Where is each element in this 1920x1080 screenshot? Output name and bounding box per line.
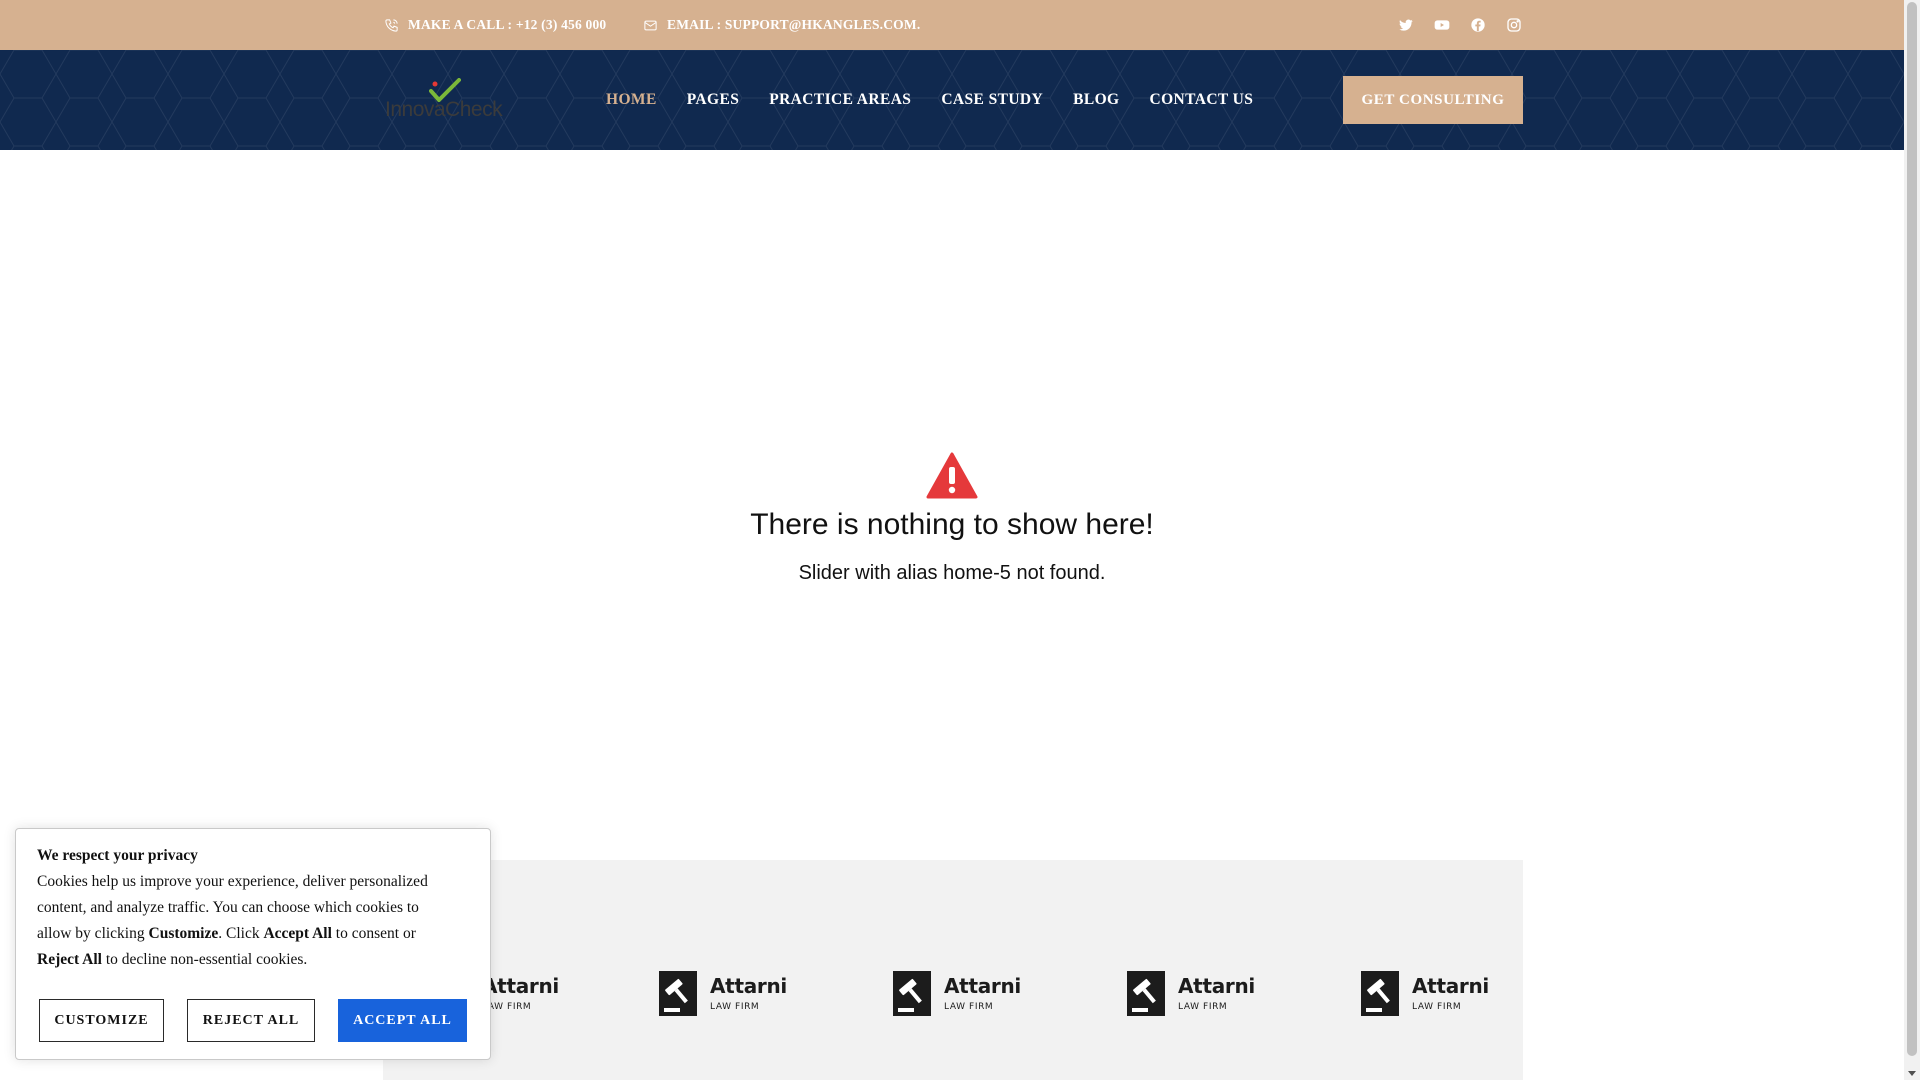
customize-button[interactable]: CUSTOMIZE (39, 999, 164, 1042)
top-info-bar: MAKE A CALL : +12 (3) 456 000 EMAIL : SU… (0, 0, 1904, 50)
main-header: InnovaCheck HOME PAGES PRACTICE AREAS CA… (0, 50, 1904, 150)
nav-blog[interactable]: BLOG (1073, 91, 1119, 109)
phone-text: MAKE A CALL : +12 (3) 456 000 (408, 17, 607, 32)
accept-all-button[interactable]: ACCEPT ALL (338, 999, 467, 1042)
brand-sub: LAW FIRM (1178, 1002, 1228, 1012)
nav-pages[interactable]: PAGES (687, 91, 740, 109)
brand-logo[interactable]: Attarni LAW FIRM (892, 970, 1021, 1017)
notice-title: There is nothing to show here! (750, 508, 1154, 541)
instagram-icon[interactable] (1506, 17, 1522, 33)
notice-message: Slider with alias home-5 not found. (798, 562, 1106, 584)
youtube-icon[interactable] (1434, 17, 1450, 33)
gavel-logo-icon (659, 971, 697, 1016)
gavel-logo-icon (1361, 971, 1399, 1016)
brand-sub: LAW FIRM (944, 1002, 994, 1012)
cookie-reject-word: Reject All (37, 951, 102, 968)
reject-all-button[interactable]: REJECT ALL (187, 999, 315, 1042)
phone-contact[interactable]: MAKE A CALL : +12 (3) 456 000 (384, 0, 606, 50)
cookie-text-part: . Click (218, 925, 264, 942)
brand-sub: LAW FIRM (1412, 1002, 1462, 1012)
brand-name: Attarni (710, 974, 787, 998)
brand-sub: LAW FIRM (710, 1002, 760, 1012)
cookie-accept-word: Accept All (263, 925, 332, 942)
brand-logo[interactable]: Attarni LAW FIRM (658, 970, 787, 1017)
brand-name: Attarni (1412, 974, 1489, 998)
warning-triangle-icon (926, 452, 978, 499)
cookie-customize-word: Customize (148, 925, 219, 942)
brand-logo[interactable]: Attarni LAW FIRM (1126, 970, 1255, 1017)
email-text: EMAIL : SUPPORT@HKANGLES.COM. (667, 17, 921, 32)
cookie-buttons: CUSTOMIZE REJECT ALL ACCEPT ALL (39, 999, 467, 1042)
page-scrollbar[interactable] (1904, 0, 1920, 1080)
phone-icon (385, 18, 398, 32)
nav-contact-us[interactable]: CONTACT US (1150, 91, 1254, 109)
brand-name: Attarni (482, 974, 559, 998)
cookie-text-part: to decline non-essential cookies. (101, 951, 308, 968)
nav-practice-areas[interactable]: PRACTICE AREAS (769, 91, 911, 109)
email-contact[interactable]: EMAIL : SUPPORT@HKANGLES.COM. (643, 0, 920, 50)
brand-logo[interactable]: Attarni LAW FIRM (1360, 970, 1489, 1017)
nav-home[interactable]: HOME (606, 91, 657, 109)
slider-error-notice: There is nothing to show here! Slider wi… (0, 452, 1904, 585)
logo-text: InnovaCheck (385, 98, 503, 121)
scrollbar-thumb[interactable] (1907, 2, 1917, 1056)
main-nav: HOME PAGES PRACTICE AREAS CASE STUDY BLO… (606, 50, 1283, 150)
cookie-consent-banner: We respect your privacy Cookies help us … (15, 828, 491, 1060)
site-logo[interactable]: InnovaCheck (385, 78, 510, 124)
cookie-text: Cookies help us improve your experience,… (37, 869, 457, 973)
facebook-icon[interactable] (1470, 17, 1486, 33)
brand-name: Attarni (1178, 974, 1255, 998)
gavel-logo-icon (1127, 971, 1165, 1016)
mail-icon (644, 20, 657, 30)
cookie-title: We respect your privacy (37, 847, 198, 864)
nav-case-study[interactable]: CASE STUDY (941, 91, 1043, 109)
brand-logos-strip: Attarni LAW FIRM Attarni LAW FIRM Attarni L… (383, 860, 1523, 1080)
brand-name: Attarni (944, 974, 1021, 998)
get-consulting-button[interactable]: GET CONSULTING (1343, 76, 1523, 124)
cookie-text-part: to consent or (331, 925, 416, 942)
twitter-icon[interactable] (1398, 17, 1414, 33)
gavel-logo-icon (893, 971, 931, 1016)
brand-sub: LAW FIRM (482, 1002, 532, 1012)
scroll-down-arrow-icon[interactable] (1908, 1071, 1916, 1076)
social-links (1398, 0, 1522, 50)
